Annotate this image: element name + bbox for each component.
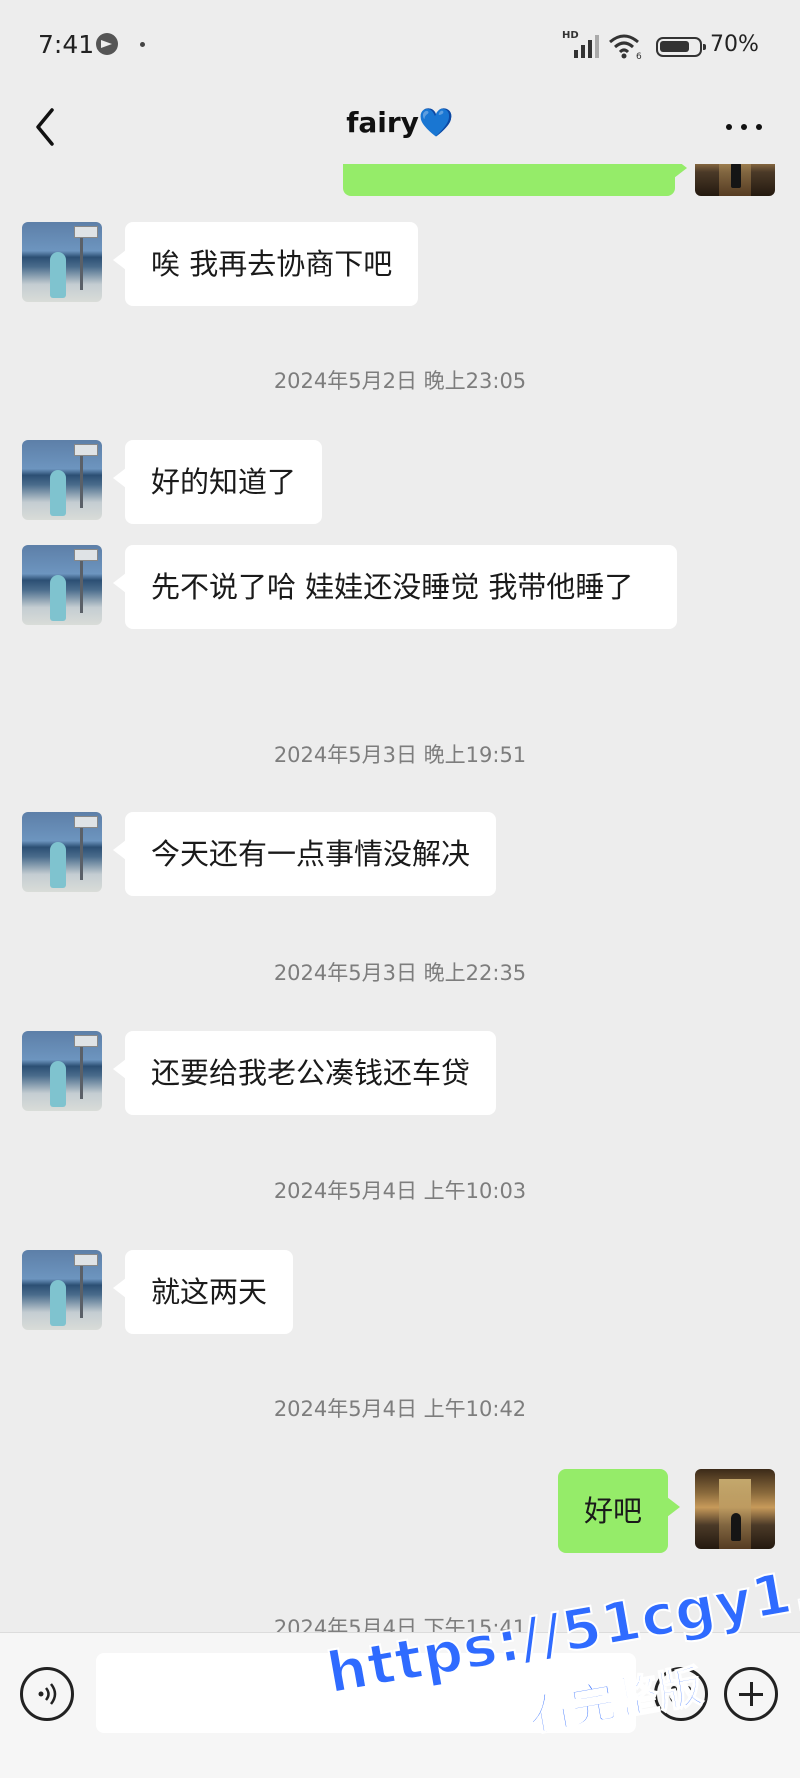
signal-icon (574, 35, 599, 58)
notification-dot-icon (140, 42, 145, 47)
input-bar (0, 1632, 800, 1778)
avatar-photo-figure (50, 1061, 66, 1107)
avatar-photo-figure (50, 1280, 66, 1326)
status-time: 7:41 (38, 30, 95, 59)
contact-avatar[interactable] (22, 1250, 102, 1330)
message-timestamp: 2024年5月3日 晚上22:35 (273, 961, 527, 985)
avatar-photo-sign (74, 226, 98, 238)
my-avatar[interactable] (695, 1469, 775, 1549)
avatar-photo-figure (50, 470, 66, 516)
contact-avatar[interactable] (22, 1031, 102, 1111)
incoming-message[interactable]: 先不说了哈 娃娃还没睡觉 我带他睡了 (113, 545, 677, 629)
chat-title: fairy💙 (346, 106, 454, 139)
more-icon[interactable] (722, 106, 766, 146)
avatar-photo-sign (74, 1035, 98, 1047)
incoming-message[interactable]: 好的知道了 (112, 440, 323, 524)
incoming-message[interactable]: 还要给我老公凑钱还车贷 (112, 1031, 497, 1115)
battery-percent: 70% (710, 32, 759, 57)
wifi-icon: 6 (609, 34, 642, 60)
voice-waves-icon (38, 1683, 57, 1705)
message-timestamp: 2024年5月4日 上午10:03 (273, 1179, 527, 1203)
incoming-message[interactable]: 唉 我再去协商下吧 (112, 222, 419, 306)
contact-avatar[interactable] (22, 222, 102, 302)
emoji-icon[interactable] (654, 1667, 708, 1721)
contact-avatar[interactable] (22, 440, 102, 520)
avatar-photo-person (731, 160, 741, 188)
message-timestamp: 2024年5月2日 晚上23:05 (273, 369, 527, 393)
contact-avatar[interactable] (22, 812, 102, 892)
wifi-6-label: 6 (636, 52, 642, 60)
incoming-message[interactable]: 今天还有一点事情没解决 (112, 812, 497, 896)
message-timestamp: 2024年5月3日 晚上19:51 (273, 743, 527, 767)
avatar-photo-sign (74, 816, 98, 828)
avatar-photo-figure (50, 842, 66, 888)
outgoing-message[interactable]: 好吧 (558, 1469, 681, 1553)
plus-icon[interactable] (724, 1667, 778, 1721)
avatar-photo-figure (50, 575, 66, 621)
chat-header-overlay: fairy💙 (0, 90, 800, 164)
battery-icon (656, 37, 706, 57)
message-input[interactable] (96, 1653, 636, 1733)
incoming-message[interactable]: 就这两天 (112, 1250, 294, 1334)
avatar-photo-person (731, 1513, 741, 1541)
avatar-photo-sign (74, 444, 98, 456)
avatar-photo-figure (50, 252, 66, 298)
avatar-photo-sign (74, 549, 98, 561)
contact-avatar[interactable] (22, 545, 102, 625)
status-bar: 7:41 HD 6 70% (0, 0, 800, 90)
voice-icon[interactable] (20, 1667, 74, 1721)
avatar-photo-sign (74, 1254, 98, 1266)
message-timestamp: 2024年5月4日 上午10:42 (273, 1397, 527, 1421)
telegram-icon (96, 33, 118, 55)
